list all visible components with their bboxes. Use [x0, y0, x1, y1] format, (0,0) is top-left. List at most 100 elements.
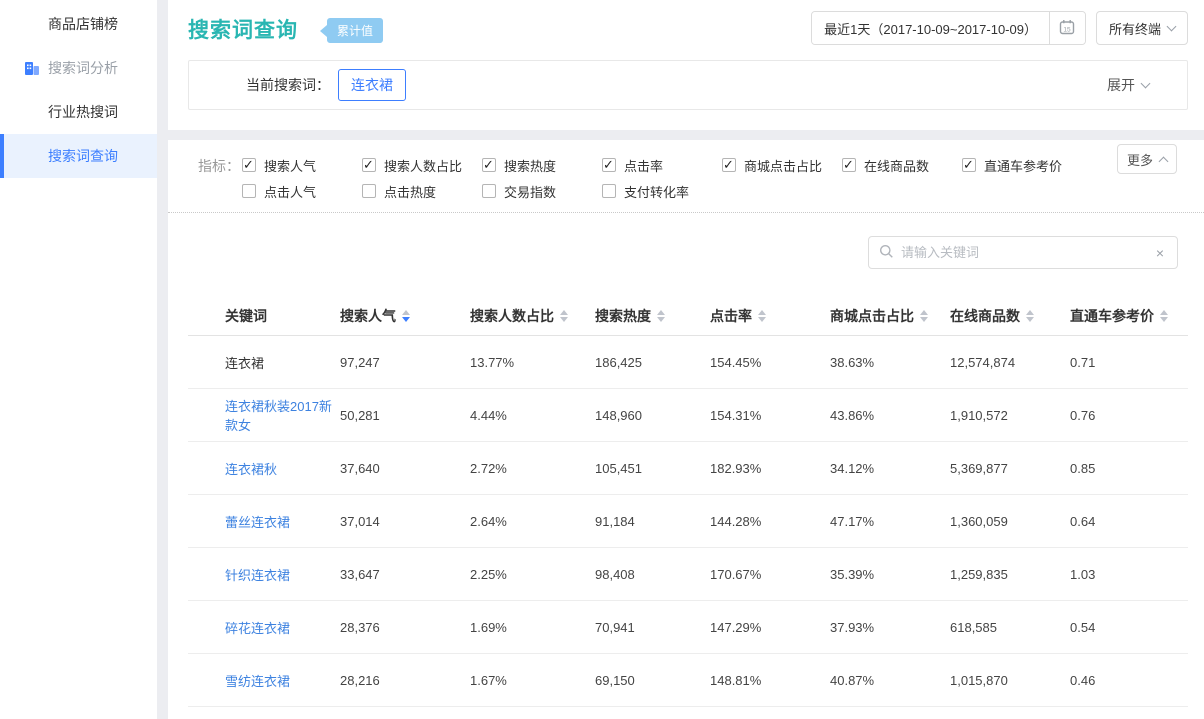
indicator-checkbox[interactable]: 直通车参考价	[962, 156, 1082, 175]
sidebar-item[interactable]: 搜索词查询	[0, 134, 157, 178]
column-header-label: 点击率	[710, 306, 752, 326]
column-header[interactable]: 商城点击占比	[830, 306, 950, 326]
checkbox-unchecked-icon[interactable]	[362, 184, 376, 198]
sort-icon[interactable]	[1160, 310, 1168, 322]
sidebar-divider	[157, 0, 168, 719]
keyword-link[interactable]: 连衣裙秋装2017新款女	[225, 399, 332, 433]
sidebar-item[interactable]: 行业热搜词	[0, 90, 157, 134]
indicator-checkbox[interactable]: 商城点击占比	[722, 156, 842, 175]
column-header[interactable]: 搜索人数占比	[470, 306, 595, 326]
cell-value: 2.64%	[470, 514, 595, 529]
indicator-label: 点击率	[624, 156, 663, 175]
checkbox-checked-icon[interactable]	[482, 158, 496, 172]
checkbox-checked-icon[interactable]	[842, 158, 856, 172]
current-search-card: 当前搜索词： 连衣裙 展开	[188, 60, 1188, 110]
expand-toggle[interactable]: 展开	[1107, 75, 1149, 95]
cell-value: 0.46	[1070, 673, 1188, 688]
cell-value: 1,910,572	[950, 408, 1070, 423]
cell-value: 0.71	[1070, 355, 1188, 370]
indicators-section: 指标： 搜索人气搜索人数占比搜索热度点击率商城点击占比在线商品数直通车参考价 点…	[168, 140, 1204, 213]
cell-value: 154.31%	[710, 408, 830, 423]
indicator-checkbox[interactable]: 点击热度	[362, 182, 482, 201]
indicator-checkbox[interactable]: 搜索热度	[482, 156, 602, 175]
sort-icon[interactable]	[657, 310, 665, 322]
cell-value: 97,247	[340, 355, 470, 370]
cell-value: 50,281	[340, 408, 470, 423]
indicator-checkbox[interactable]: 点击率	[602, 156, 722, 175]
keyword-link[interactable]: 连衣裙秋	[225, 462, 277, 477]
more-indicators-button[interactable]: 更多	[1117, 144, 1177, 174]
indicator-label: 商城点击占比	[744, 156, 822, 175]
indicator-label: 搜索热度	[504, 156, 556, 175]
sidebar-item[interactable]: 商品店铺榜	[0, 2, 157, 46]
sidebar-item-label: 搜索词分析	[48, 58, 118, 78]
sort-icon[interactable]	[560, 310, 568, 322]
indicator-checkbox[interactable]: 搜索人气	[242, 156, 362, 175]
keyword-link[interactable]: 碎花连衣裙	[225, 621, 290, 636]
keyword-link[interactable]: 雪纺连衣裙	[225, 674, 290, 689]
cell-value: 69,150	[595, 673, 710, 688]
sort-icon[interactable]	[920, 310, 928, 322]
cell-value: 1,259,835	[950, 567, 1070, 582]
sidebar-item[interactable]: 搜索词分析	[0, 46, 157, 90]
sidebar-item-label: 搜索词查询	[48, 146, 118, 166]
column-header-label: 搜索热度	[595, 306, 651, 326]
sort-icon[interactable]	[758, 310, 766, 322]
current-keyword-chip[interactable]: 连衣裙	[338, 69, 406, 101]
section-divider	[168, 130, 1204, 140]
column-header[interactable]: 搜索人气	[340, 306, 470, 326]
indicator-checkbox[interactable]: 交易指数	[482, 182, 602, 201]
table-body: 连衣裙97,24713.77%186,425154.45%38.63%12,57…	[188, 336, 1188, 707]
terminal-filter-dropdown[interactable]: 所有终端	[1096, 11, 1188, 45]
column-header[interactable]: 直通车参考价	[1070, 306, 1188, 326]
cell-value: 1,015,870	[950, 673, 1070, 688]
cell-value: 38.63%	[830, 355, 950, 370]
sort-icon[interactable]	[402, 310, 410, 322]
cell-value: 182.93%	[710, 461, 830, 476]
cell-value: 47.17%	[830, 514, 950, 529]
sort-icon[interactable]	[1026, 310, 1034, 322]
indicator-checkbox[interactable]: 点击人气	[242, 182, 362, 201]
calendar-picker-button[interactable]: 15	[1049, 12, 1085, 44]
column-header-label: 搜索人数占比	[470, 306, 554, 326]
cell-value: 1.67%	[470, 673, 595, 688]
indicator-checkbox[interactable]: 搜索人数占比	[362, 156, 482, 175]
column-header-label: 直通车参考价	[1070, 306, 1154, 326]
keyword-link[interactable]: 针织连衣裙	[225, 568, 290, 583]
checkbox-unchecked-icon[interactable]	[482, 184, 496, 198]
cell-value: 148.81%	[710, 673, 830, 688]
cell-value: 105,451	[595, 461, 710, 476]
column-header-label: 搜索人气	[340, 306, 396, 326]
indicator-checkbox[interactable]: 在线商品数	[842, 156, 962, 175]
badge-arrow-icon	[320, 25, 327, 37]
search-input[interactable]	[901, 245, 1153, 260]
cell-value: 40.87%	[830, 673, 950, 688]
checkbox-checked-icon[interactable]	[722, 158, 736, 172]
column-header[interactable]: 搜索热度	[595, 306, 710, 326]
cell-value: 1.69%	[470, 620, 595, 635]
cell-value: 170.67%	[710, 567, 830, 582]
column-header[interactable]: 点击率	[710, 306, 830, 326]
checkbox-checked-icon[interactable]	[362, 158, 376, 172]
keyword-link[interactable]: 蕾丝连衣裙	[225, 515, 290, 530]
cell-value: 144.28%	[710, 514, 830, 529]
keywords-table: 关键词搜索人气搜索人数占比搜索热度点击率商城点击占比在线商品数直通车参考价 连衣…	[188, 296, 1188, 707]
checkbox-unchecked-icon[interactable]	[602, 184, 616, 198]
cell-value: 37,640	[340, 461, 470, 476]
checkbox-checked-icon[interactable]	[602, 158, 616, 172]
indicator-checkbox[interactable]: 支付转化率	[602, 182, 722, 201]
clear-search-icon[interactable]: ×	[1153, 245, 1167, 261]
date-range-button[interactable]: 最近1天（2017-10-09~2017-10-09）	[812, 12, 1049, 44]
cell-value: 0.76	[1070, 408, 1188, 423]
cell-value: 154.45%	[710, 355, 830, 370]
checkbox-unchecked-icon[interactable]	[242, 184, 256, 198]
terminal-filter-label: 所有终端	[1109, 19, 1161, 38]
checkbox-checked-icon[interactable]	[962, 158, 976, 172]
top-panel: 搜索词查询 累计值 最近1天（2017-10-09~2017-10-09）	[168, 0, 1204, 130]
sidebar: 商品店铺榜搜索词分析行业热搜词搜索词查询	[0, 0, 157, 719]
cell-value: 91,184	[595, 514, 710, 529]
cell-value: 28,376	[340, 620, 470, 635]
column-header[interactable]: 在线商品数	[950, 306, 1070, 326]
cell-value: 0.54	[1070, 620, 1188, 635]
checkbox-checked-icon[interactable]	[242, 158, 256, 172]
